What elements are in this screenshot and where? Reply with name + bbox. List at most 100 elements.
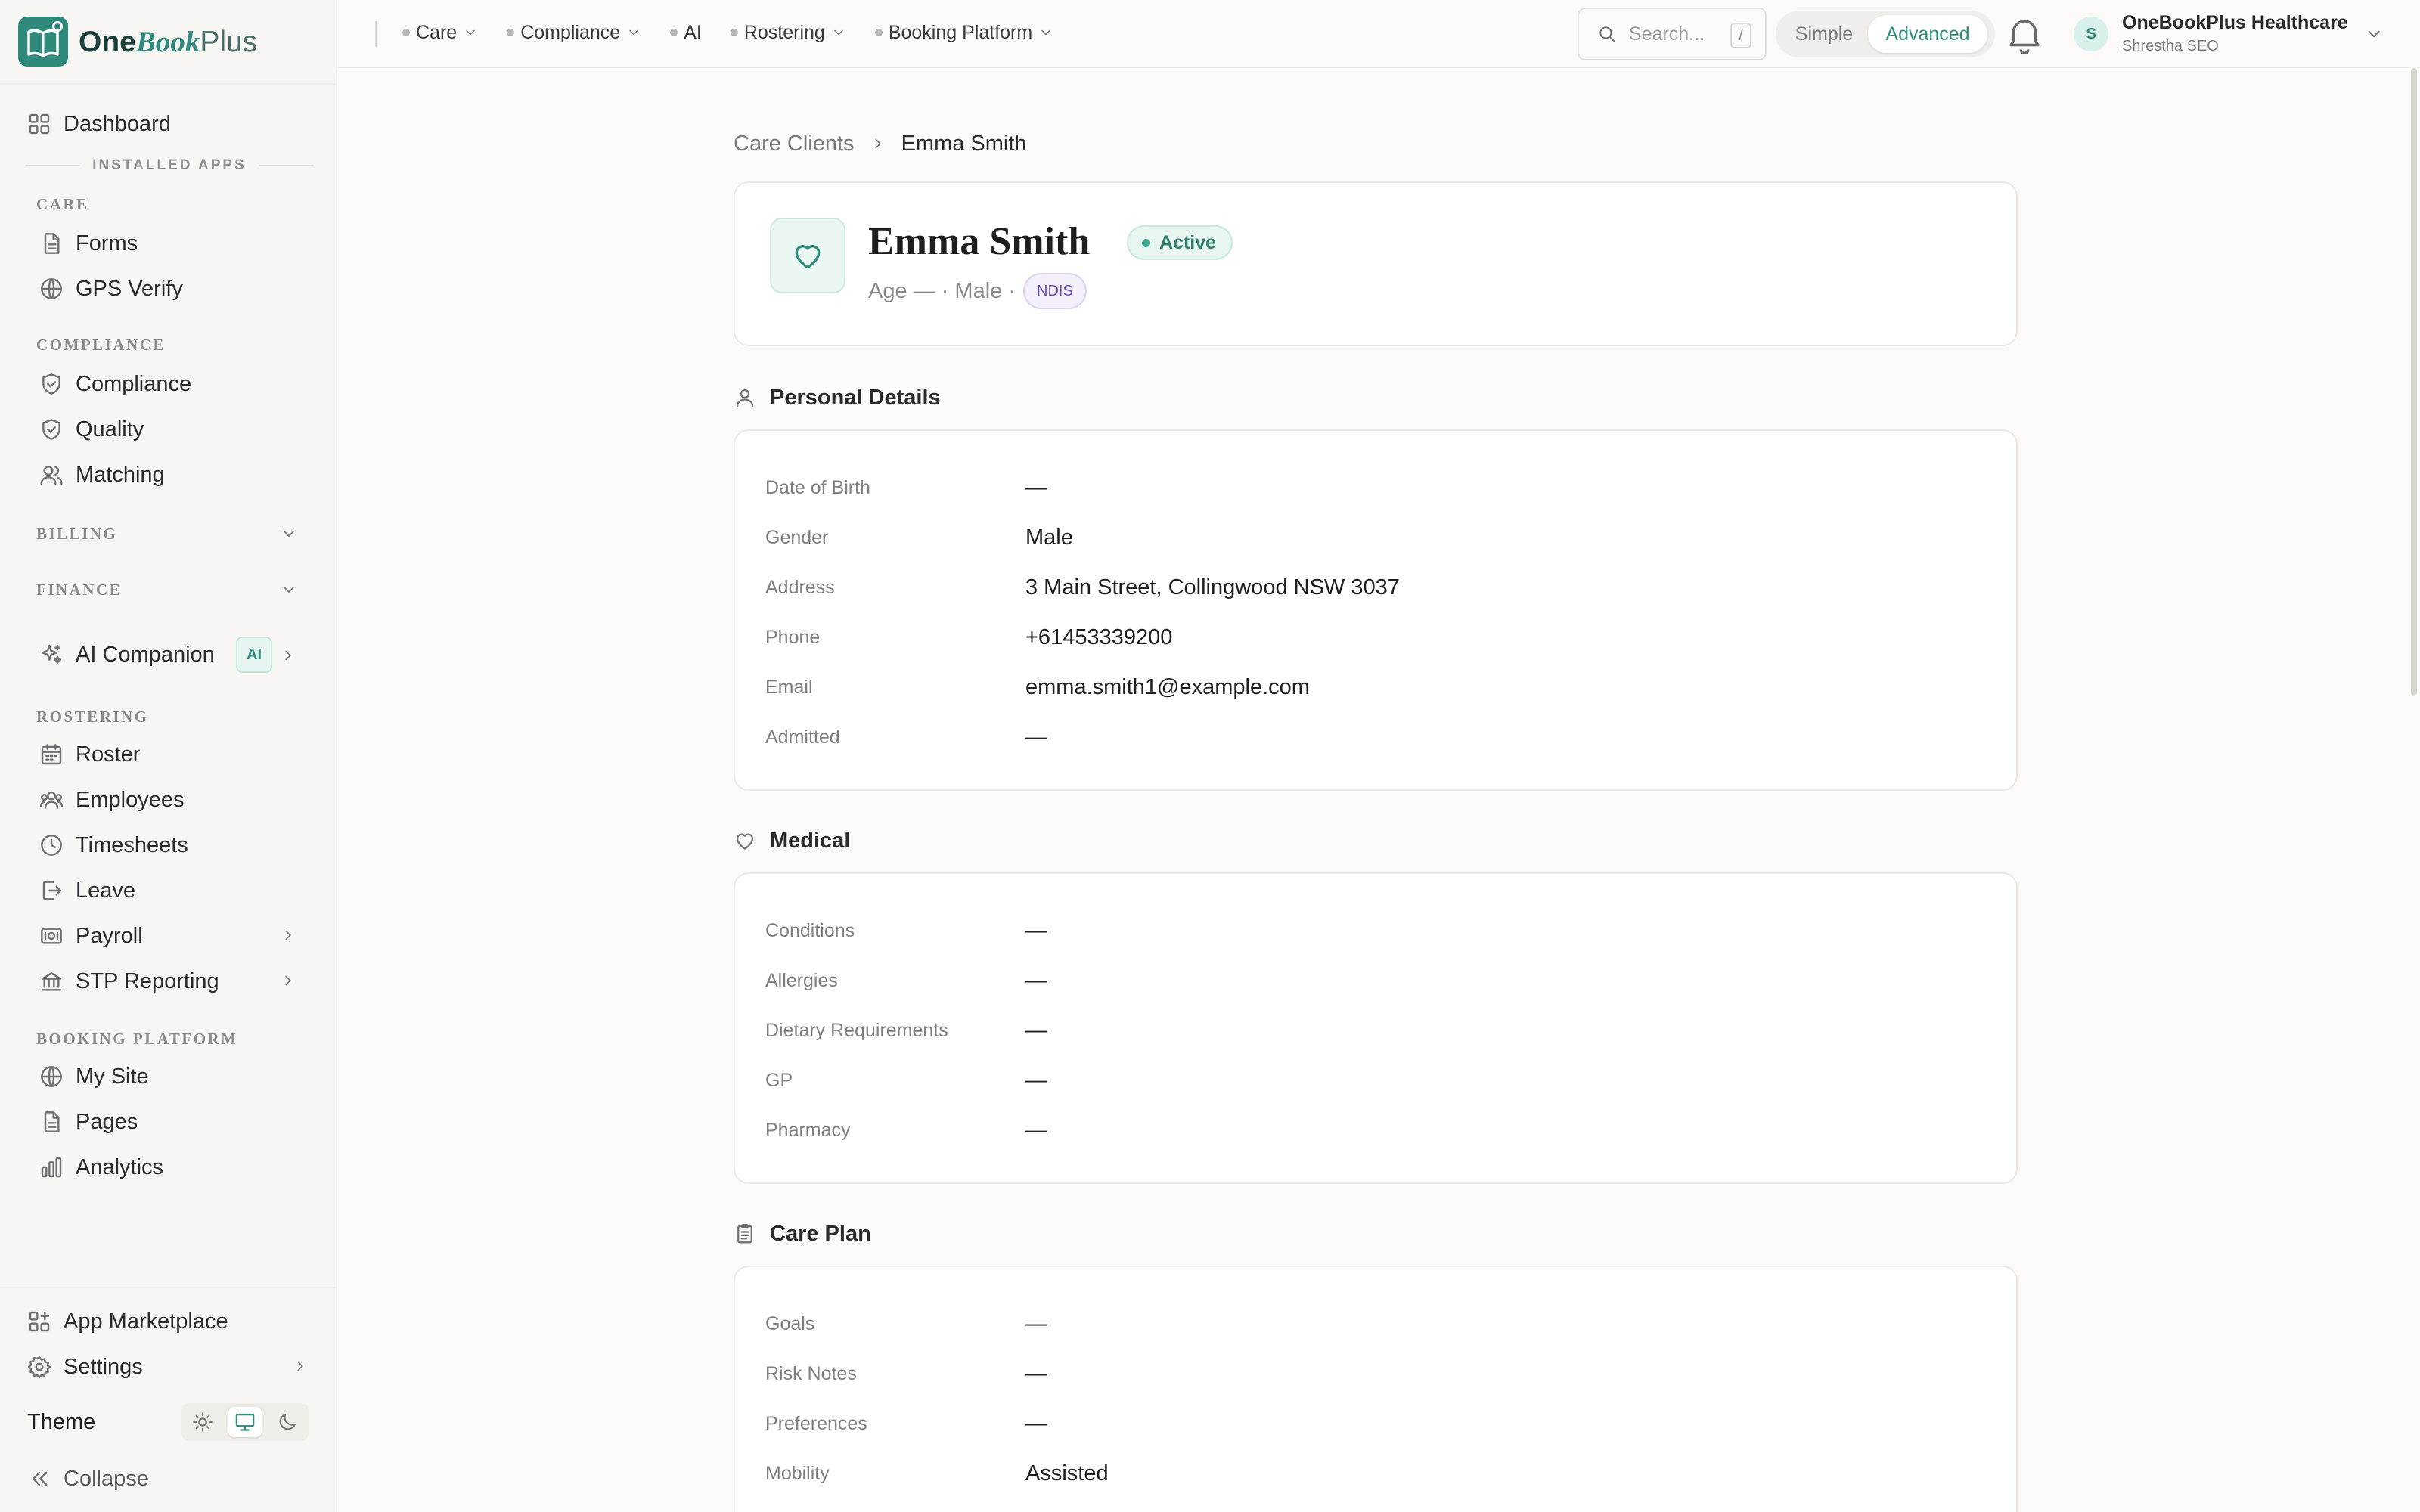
section-label-billing[interactable]: BILLING <box>36 525 117 544</box>
sidebar-item-settings[interactable]: Settings <box>27 1347 143 1387</box>
mode-toggle[interactable]: Simple Advanced <box>1776 11 1995 57</box>
calendar-icon <box>41 744 62 765</box>
personal-details-card: Date of Birth — Gender Male Address 3 Main … <box>734 429 2018 791</box>
light-theme-button[interactable] <box>186 1407 219 1437</box>
divider <box>0 83 337 85</box>
dot-icon <box>507 29 515 36</box>
account-name[interactable]: OneBookPlus Healthcare <box>2122 12 2348 34</box>
search-input[interactable]: Search... / <box>1578 8 1767 60</box>
simple-mode-button[interactable]: Simple <box>1780 15 1868 53</box>
dark-theme-button[interactable] <box>271 1407 304 1437</box>
avatar[interactable]: S <box>2074 17 2108 51</box>
system-theme-button[interactable] <box>228 1407 262 1437</box>
sidebar-item-matching[interactable]: Matching <box>39 455 165 494</box>
section-label-compliance: COMPLIANCE <box>36 336 166 354</box>
dot-icon <box>402 29 410 36</box>
sidebar-item-stp-reporting[interactable]: STP Reporting <box>39 962 219 1001</box>
gear-icon <box>27 1356 51 1379</box>
sidebar-item-leave[interactable]: Leave <box>39 871 135 910</box>
advanced-mode-button[interactable]: Advanced <box>1868 15 1987 53</box>
logo[interactable]: OneBookPlus <box>18 17 257 67</box>
users-icon <box>40 466 63 485</box>
account-subtitle: Shrestha SEO <box>2122 38 2219 54</box>
sidebar-item-quality[interactable]: Quality <box>39 410 144 449</box>
top-nav-compliance[interactable]: Compliance <box>507 22 641 44</box>
heart-icon <box>736 833 754 850</box>
monitor-icon <box>235 1413 255 1431</box>
sidebar: OneBookPlus Dashboard INSTALLED APPS CAR… <box>0 0 337 1512</box>
field-row: GP — <box>765 1067 1047 1092</box>
field-row: Allergies — <box>765 968 1047 993</box>
search-placeholder: Search... <box>1629 23 1705 45</box>
chevron-right-icon[interactable] <box>280 927 296 943</box>
top-nav-care[interactable]: Care <box>402 22 478 44</box>
chevron-right-icon[interactable] <box>280 647 296 664</box>
field-row: Admitted — <box>765 724 1047 749</box>
sidebar-item-roster[interactable]: Roster <box>39 735 140 774</box>
top-nav-ai[interactable]: AI <box>670 22 702 44</box>
top-nav-booking-platform[interactable]: Booking Platform <box>874 22 1053 44</box>
section-title-care-plan: Care Plan <box>734 1219 871 1249</box>
chevron-down-icon[interactable] <box>280 581 298 599</box>
sidebar-item-compliance[interactable]: Compliance <box>39 364 191 404</box>
chevron-right-icon[interactable] <box>280 972 296 989</box>
collapse-button[interactable]: Collapse <box>27 1459 149 1498</box>
bar-chart-icon <box>41 1157 62 1178</box>
sidebar-item-timesheets[interactable]: Timesheets <box>39 826 188 865</box>
breadcrumb: Care Clients Emma Smith <box>734 129 1027 159</box>
sidebar-item-app-marketplace[interactable]: App Marketplace <box>27 1302 228 1341</box>
sidebar-item-forms[interactable]: Forms <box>39 224 138 263</box>
chevron-down-icon[interactable] <box>2364 24 2384 44</box>
chevron-down-icon[interactable] <box>280 525 298 543</box>
medical-card: Conditions — Allergies — Dietary Requireme… <box>734 872 2018 1184</box>
section-label-finance[interactable]: FINANCE <box>36 581 122 600</box>
installed-apps-divider: INSTALLED APPS <box>26 157 314 174</box>
field-row: Phone +61453339200 <box>765 624 1173 649</box>
sidebar-item-gps-verify[interactable]: GPS Verify <box>39 269 183 308</box>
chevron-right-icon[interactable] <box>292 1358 309 1374</box>
logo-text: OneBookPlus <box>79 25 258 58</box>
sidebar-item-dashboard[interactable]: Dashboard <box>27 104 171 144</box>
scrollbar[interactable] <box>2408 68 2420 1512</box>
theme-toggle[interactable] <box>182 1403 309 1441</box>
bell-icon <box>2009 20 2040 54</box>
sidebar-item-ai-companion[interactable]: AI Companion <box>39 635 215 674</box>
field-row: Goals — <box>765 1311 1047 1336</box>
sidebar-item-analytics[interactable]: Analytics <box>39 1148 163 1187</box>
chevron-right-icon <box>874 138 881 149</box>
top-nav-rostering[interactable]: Rostering <box>730 22 846 44</box>
notifications-button[interactable] <box>2003 12 2046 56</box>
field-row: Email emma.smith1@example.com <box>765 674 1310 699</box>
sidebar-item-my-site[interactable]: My Site <box>39 1057 149 1096</box>
section-label-care: CARE <box>36 195 89 213</box>
scrollbar-thumb[interactable] <box>2411 68 2417 696</box>
clipboard-icon <box>737 1224 752 1244</box>
section-title-medical: Medical <box>734 826 850 856</box>
chevron-down-icon <box>1041 29 1050 36</box>
divider <box>375 21 377 47</box>
breadcrumb-link[interactable]: Care Clients <box>734 132 855 156</box>
section-title-personal: Personal Details <box>734 383 941 413</box>
bank-icon <box>41 972 62 991</box>
client-header-card: Emma Smith Active Age — · Male · NDIS <box>734 181 2018 346</box>
sidebar-item-pages[interactable]: Pages <box>39 1102 138 1142</box>
divider <box>0 1287 337 1288</box>
client-avatar <box>770 218 845 293</box>
sparkles-icon <box>41 644 62 664</box>
shield-check-icon <box>42 419 60 440</box>
field-row: Gender Male <box>765 525 1073 550</box>
care-plan-card: Goals — Risk Notes — Preferences — Mobility… <box>734 1266 2018 1512</box>
document-icon <box>44 233 60 254</box>
field-row: Preferences — <box>765 1411 1047 1436</box>
shield-check-icon <box>42 373 60 395</box>
sidebar-item-employees[interactable]: Employees <box>39 780 184 820</box>
grid-icon <box>29 113 50 135</box>
sidebar-item-payroll[interactable]: Payroll <box>39 916 143 956</box>
log-out-icon <box>42 881 62 900</box>
globe-icon <box>41 278 62 299</box>
moon-icon <box>279 1414 296 1430</box>
user-icon <box>736 389 754 407</box>
heart-icon <box>795 245 821 269</box>
chevron-down-icon <box>629 29 638 36</box>
chevron-down-icon <box>466 29 475 36</box>
